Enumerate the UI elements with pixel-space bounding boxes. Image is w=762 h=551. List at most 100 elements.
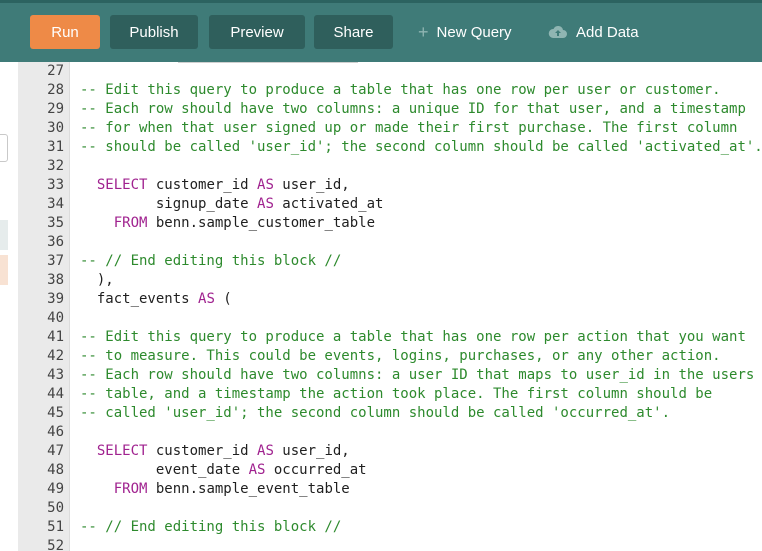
code-line[interactable]: 28 -- Edit this query to produce a table … bbox=[18, 81, 762, 100]
sql-keyword: FROM bbox=[113, 481, 148, 497]
publish-button[interactable]: Publish bbox=[110, 15, 198, 49]
cloud-upload-icon bbox=[548, 25, 568, 39]
line-number: 47 bbox=[47, 443, 64, 459]
line-number: 34 bbox=[47, 196, 64, 212]
line-number: 27 bbox=[47, 63, 64, 79]
code-text: event_date AS occurred_at bbox=[80, 461, 367, 480]
line-number: 38 bbox=[47, 272, 64, 288]
query-toolbar: Run Publish Preview Share + New Query Ad… bbox=[0, 0, 762, 62]
plus-icon: + bbox=[418, 22, 429, 42]
sql-token: ), bbox=[80, 272, 114, 288]
line-number: 49 bbox=[47, 481, 64, 497]
code-text: -- Edit this query to produce a table th… bbox=[80, 328, 746, 347]
sql-keyword: AS bbox=[257, 177, 274, 193]
code-line[interactable]: 43 -- Each row should have two columns: a… bbox=[18, 366, 762, 385]
code-text: SELECT customer_id AS user_id, bbox=[80, 442, 350, 461]
line-number: 32 bbox=[47, 158, 64, 174]
add-data-button[interactable]: Add Data bbox=[548, 15, 639, 49]
panel-item-edge[interactable] bbox=[0, 220, 8, 250]
sql-keyword: FROM bbox=[113, 215, 148, 231]
sql-keyword: AS bbox=[257, 196, 274, 212]
line-number: 33 bbox=[47, 177, 64, 193]
sql-token: customer_id bbox=[147, 177, 258, 193]
line-number: 29 bbox=[47, 101, 64, 117]
code-line[interactable]: 29 -- Each row should have two columns: a… bbox=[18, 100, 762, 119]
code-text: fact_events AS ( bbox=[80, 290, 232, 309]
line-number: 31 bbox=[47, 139, 64, 155]
line-number: 42 bbox=[47, 348, 64, 364]
sql-keyword: SELECT bbox=[96, 177, 148, 193]
code-line[interactable]: 40 bbox=[18, 309, 762, 328]
code-line[interactable]: 34 signup_date AS activated_at bbox=[18, 195, 762, 214]
code-text: FROM benn.sample_customer_table bbox=[80, 214, 375, 233]
code-line[interactable]: 27 bbox=[18, 62, 762, 81]
code-line[interactable]: 47 SELECT customer_id AS user_id, bbox=[18, 442, 762, 461]
code-line[interactable]: 33 SELECT customer_id AS user_id, bbox=[18, 176, 762, 195]
sql-keyword: AS bbox=[248, 462, 266, 478]
code-line[interactable]: 35 FROM benn.sample_customer_table bbox=[18, 214, 762, 233]
code-line[interactable]: 50 bbox=[18, 499, 762, 518]
code-text: -- Edit this query to produce a table th… bbox=[80, 81, 721, 100]
line-number: 52 bbox=[47, 538, 64, 551]
code-line[interactable]: 37 -- // End editing this block // bbox=[18, 252, 762, 271]
code-text: -- Each row should have two columns: a u… bbox=[80, 100, 746, 119]
sql-comment: -- // End editing this block // bbox=[80, 519, 342, 535]
code-text: -- Each row should have two columns: a u… bbox=[80, 366, 754, 385]
new-query-label: New Query bbox=[436, 23, 512, 41]
code-text: -- to measure. This could be events, log… bbox=[80, 347, 721, 366]
code-text: -- // End editing this block // bbox=[80, 518, 341, 537]
code-line[interactable]: 42 -- to measure. This could be events, l… bbox=[18, 347, 762, 366]
code-line[interactable]: 38 ), bbox=[18, 271, 762, 290]
sql-keyword: SELECT bbox=[96, 443, 148, 459]
code-line[interactable]: 45 -- called 'user_id'; the second column… bbox=[18, 404, 762, 423]
code-text: -- should be called 'user_id'; the secon… bbox=[80, 138, 762, 157]
sql-token: activated_at bbox=[273, 196, 384, 212]
sql-comment: -- Each row should have two columns: a u… bbox=[80, 367, 755, 383]
share-button[interactable]: Share bbox=[314, 15, 393, 49]
panel-input-edge[interactable] bbox=[0, 134, 8, 162]
line-number: 48 bbox=[47, 462, 64, 478]
sql-token: fact_events bbox=[80, 291, 199, 307]
preview-button[interactable]: Preview bbox=[209, 15, 305, 49]
sql-token: occurred_at bbox=[265, 462, 367, 478]
code-line[interactable]: 44 -- table, and a timestamp the action t… bbox=[18, 385, 762, 404]
line-number: 39 bbox=[47, 291, 64, 307]
code-line[interactable]: 39 fact_events AS ( bbox=[18, 290, 762, 309]
code-line[interactable]: 30 -- for when that user signed up or mad… bbox=[18, 119, 762, 138]
sql-token: user_id, bbox=[273, 443, 350, 459]
code-line[interactable]: 51 -- // End editing this block // bbox=[18, 518, 762, 537]
code-line[interactable]: 41 -- Edit this query to produce a table … bbox=[18, 328, 762, 347]
sql-editor[interactable]: 27 28 -- Edit this query to produce a tabl… bbox=[18, 62, 762, 551]
sql-comment: -- called 'user_id'; the second column s… bbox=[80, 405, 671, 421]
left-panel-edge bbox=[0, 62, 8, 551]
add-data-label: Add Data bbox=[576, 23, 639, 41]
sql-token: signup_date bbox=[80, 196, 258, 212]
code-text: signup_date AS activated_at bbox=[80, 195, 384, 214]
code-line[interactable]: 49 FROM benn.sample_event_table bbox=[18, 480, 762, 499]
code-line[interactable]: 48 event_date AS occurred_at bbox=[18, 461, 762, 480]
line-number: 40 bbox=[47, 310, 64, 326]
line-number: 37 bbox=[47, 253, 64, 269]
code-line[interactable]: 31 -- should be called 'user_id'; the sec… bbox=[18, 138, 762, 157]
code-text: -- called 'user_id'; the second column s… bbox=[80, 404, 670, 423]
run-button[interactable]: Run bbox=[30, 15, 100, 49]
code-text: FROM benn.sample_event_table bbox=[80, 480, 350, 499]
sql-token: benn.sample_event_table bbox=[147, 481, 350, 497]
sql-token: customer_id bbox=[147, 443, 258, 459]
sql-token: ( bbox=[214, 291, 232, 307]
panel-item-active-edge[interactable] bbox=[0, 255, 8, 285]
new-query-button[interactable]: + New Query bbox=[418, 15, 512, 49]
line-number: 44 bbox=[47, 386, 64, 402]
code-line[interactable]: 32 bbox=[18, 157, 762, 176]
code-text: ), bbox=[80, 271, 114, 290]
code-line[interactable]: 52 bbox=[18, 537, 762, 551]
sql-comment: -- for when that user signed up or made … bbox=[80, 120, 738, 136]
line-number: 43 bbox=[47, 367, 64, 383]
sql-comment: -- Edit this query to produce a table th… bbox=[80, 82, 721, 98]
code-line[interactable]: 46 bbox=[18, 423, 762, 442]
code-line[interactable]: 36 bbox=[18, 233, 762, 252]
sql-keyword: AS bbox=[198, 291, 215, 307]
